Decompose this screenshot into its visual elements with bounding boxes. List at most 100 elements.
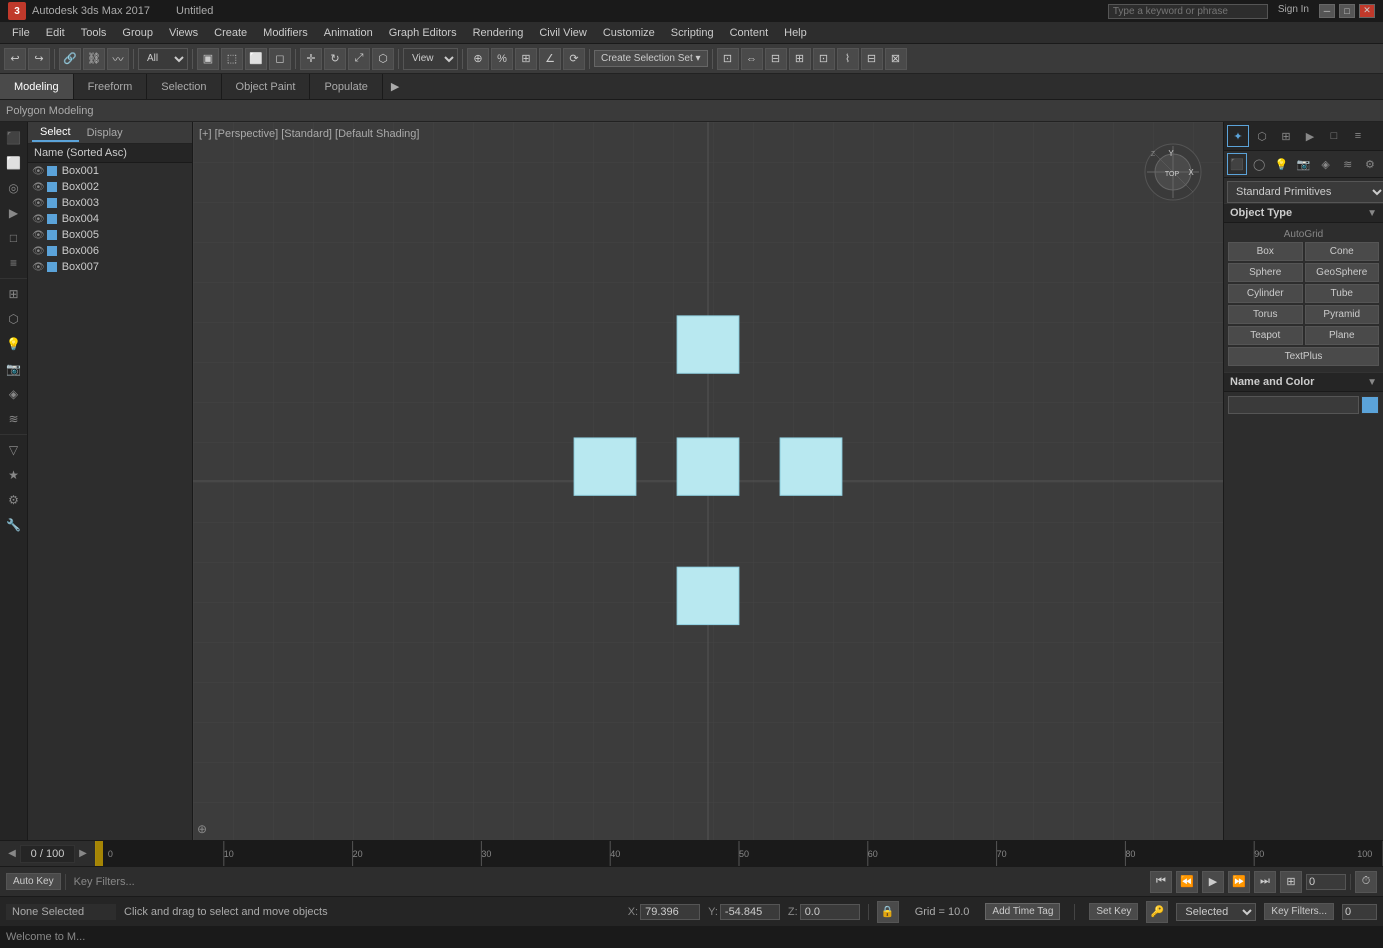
navigation-gizmo[interactable]: Y X Z TOP [1143,142,1203,202]
shapes-icon[interactable]: ◯ [1249,153,1269,175]
undo-button[interactable]: ↩ [4,48,26,70]
menu-modifiers[interactable]: Modifiers [255,25,316,41]
menu-customize[interactable]: Customize [595,25,663,41]
torus-button[interactable]: Torus [1228,305,1303,324]
view-dropdown[interactable]: View [403,48,458,70]
add-time-tag-button[interactable]: Add Time Tag [985,903,1060,920]
close-button[interactable]: ✕ [1359,4,1375,18]
param-editor-button[interactable]: ⊠ [885,48,907,70]
create-icon[interactable]: ✦ [1227,125,1249,147]
sidebar-icon-lights[interactable]: 💡 [2,332,26,356]
sidebar-icon-modify[interactable]: ⬜ [2,151,26,175]
frame-counter[interactable]: 0 / 100 [20,845,75,863]
align-button[interactable]: ⊟ [765,48,787,70]
textplus-button[interactable]: TextPlus [1228,347,1379,366]
sub-tab-display[interactable]: Display [79,125,131,141]
menu-views[interactable]: Views [161,25,206,41]
placement-button[interactable]: ⬡ [372,48,394,70]
timeline-bar[interactable]: 0 10 20 30 40 50 60 70 80 90 1 [95,841,1383,866]
menu-civil-view[interactable]: Civil View [531,25,594,41]
sphere-button[interactable]: Sphere [1228,263,1303,282]
menu-help[interactable]: Help [776,25,815,41]
object-type-section-header[interactable]: Object Type ▼ [1224,203,1383,223]
name-color-section-header[interactable]: Name and Color ▼ [1224,372,1383,392]
utilities-icon[interactable]: ≡ [1347,125,1369,147]
maximize-button[interactable]: □ [1339,4,1355,18]
menu-group[interactable]: Group [114,25,161,41]
prev-frame-button[interactable]: ⏪ [1176,871,1198,893]
lights-icon[interactable]: 💡 [1271,153,1291,175]
menu-graph-editors[interactable]: Graph Editors [381,25,465,41]
menu-content[interactable]: Content [722,25,777,41]
sidebar-icon-shapes[interactable]: ⬡ [2,307,26,331]
pyramid-button[interactable]: Pyramid [1305,305,1380,324]
sign-in-btn[interactable]: Sign In [1272,4,1315,19]
sub-tab-select[interactable]: Select [32,124,79,142]
viewport[interactable]: [+] [Perspective] [Standard] [Default Sh… [193,122,1223,840]
sidebar-icon-display[interactable]: □ [2,226,26,250]
tab-extra[interactable]: ▶ [383,78,407,95]
tl-next-button[interactable]: ▶ [75,846,91,862]
menu-file[interactable]: File [4,25,38,41]
scene-item-box006[interactable]: 👁 Box006 [28,243,192,259]
set-key-button[interactable]: Set Key [1089,903,1138,920]
angle-snap-button[interactable]: ∠ [539,48,561,70]
sidebar-icon-cameras[interactable]: 📷 [2,357,26,381]
menu-edit[interactable]: Edit [38,25,73,41]
mirror-button[interactable]: ⇔ [741,48,763,70]
sidebar-icon-utilities[interactable]: ≡ [2,251,26,275]
transform-lock-button[interactable]: 🔒 [877,901,899,923]
box-button[interactable]: Box [1228,242,1303,261]
menu-scripting[interactable]: Scripting [663,25,722,41]
snap-button[interactable]: ⊞ [515,48,537,70]
modify-icon[interactable]: ⬡ [1251,125,1273,147]
z-input[interactable] [800,904,860,920]
select-button[interactable]: ▣ [197,48,219,70]
sidebar-icon-filter[interactable]: ▽ [2,438,26,462]
scene-item-box003[interactable]: 👁 Box003 [28,195,192,211]
tab-freeform[interactable]: Freeform [74,74,148,99]
y-input[interactable] [720,904,780,920]
tab-populate[interactable]: Populate [310,74,382,99]
camera-icon[interactable]: 📷 [1293,153,1313,175]
systems-icon[interactable]: ⚙ [1360,153,1380,175]
geosphere-button[interactable]: GeoSphere [1305,263,1380,282]
menu-tools[interactable]: Tools [73,25,115,41]
sidebar-icon-spacewarps[interactable]: ≋ [2,407,26,431]
x-input[interactable] [640,904,700,920]
curve-editor-button[interactable]: ⌇ [837,48,859,70]
scene-item-box001[interactable]: 👁 Box001 [28,163,192,179]
unlink-button[interactable]: ⛓ [83,48,105,70]
cone-button[interactable]: Cone [1305,242,1380,261]
sidebar-icon-helpers[interactable]: ◈ [2,382,26,406]
tube-button[interactable]: Tube [1305,284,1380,303]
scale-button[interactable]: ⤢ [348,48,370,70]
sidebar-icon-star[interactable]: ★ [2,463,26,487]
sidebar-icon-settings[interactable]: ⚙ [2,488,26,512]
go-end-button[interactable]: ⏭ [1254,871,1276,893]
window-select-button[interactable]: ◻ [269,48,291,70]
schematic-button[interactable]: ⊡ [813,48,835,70]
geometry-icon[interactable]: ⬛ [1227,153,1247,175]
selected-dropdown[interactable]: Selected [1176,903,1256,921]
rect-select-button[interactable]: ⬜ [245,48,267,70]
named-sel-button[interactable]: ⊡ [717,48,739,70]
select-name-button[interactable]: ⬚ [221,48,243,70]
menu-rendering[interactable]: Rendering [465,25,532,41]
spinner-button[interactable]: ⟳ [563,48,585,70]
motion-icon[interactable]: ▶ [1299,125,1321,147]
tab-selection[interactable]: Selection [147,74,221,99]
create-selection-set-button[interactable]: Create Selection Set ▾ [594,50,708,67]
sidebar-icon-motion[interactable]: ▶ [2,201,26,225]
helpers-icon[interactable]: ◈ [1316,153,1336,175]
filter-dropdown[interactable]: All [138,48,188,70]
auto-key-button[interactable]: Auto Key [6,873,61,890]
scene-item-box002[interactable]: 👁 Box002 [28,179,192,195]
go-start-button[interactable]: ⏮ [1150,871,1172,893]
sidebar-icon-layers[interactable]: ⊞ [2,282,26,306]
tab-object-paint[interactable]: Object Paint [222,74,311,99]
scene-item-box005[interactable]: 👁 Box005 [28,227,192,243]
cylinder-button[interactable]: Cylinder [1228,284,1303,303]
pivot-button[interactable]: ⊕ [467,48,489,70]
hierarchy-icon[interactable]: ⊞ [1275,125,1297,147]
